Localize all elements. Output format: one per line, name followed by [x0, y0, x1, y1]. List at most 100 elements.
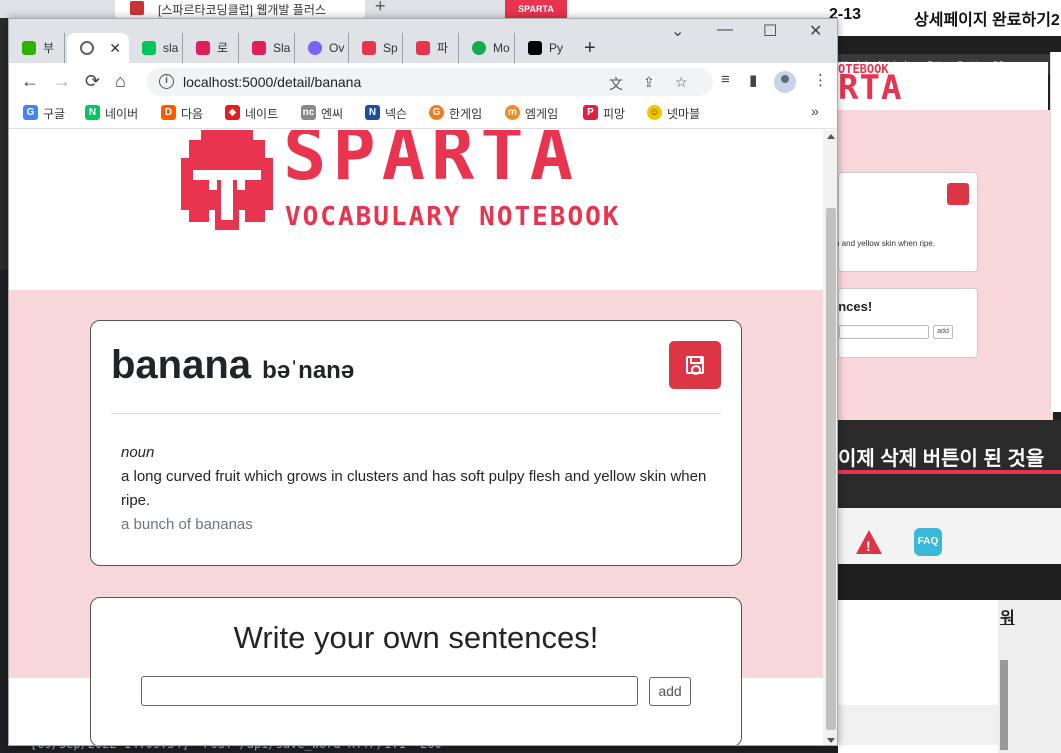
- lecture-subtitle-bar: 이제 삭제 버튼이 된 것을: [838, 420, 1061, 508]
- lecture-progress-line: [838, 470, 1061, 474]
- share-icon[interactable]: ⇪: [643, 74, 655, 91]
- bookmarks-overflow-icon[interactable]: »: [811, 103, 819, 119]
- bookmark-label: 피망: [603, 107, 626, 121]
- lecture-below-scrollbar[interactable]: [1000, 660, 1008, 750]
- minimize-button[interactable]: —: [717, 21, 733, 39]
- lecture-video-logo-sub: OTEBOOK: [838, 62, 889, 76]
- reload-button[interactable]: ⟳: [85, 68, 100, 94]
- tab-8[interactable]: 파: [403, 33, 459, 63]
- tab-9-favicon: [472, 41, 486, 55]
- tab-4-label: 로: [217, 41, 229, 55]
- definition-text: a long curved fruit which grows in clust…: [121, 468, 707, 509]
- word-text: banana: [111, 343, 252, 387]
- logo-subtitle: VOCABULARY NOTEBOOK: [285, 202, 621, 232]
- hangame-icon: G: [429, 105, 444, 120]
- bookmark-label: 넷마블: [667, 107, 701, 121]
- site-info-icon[interactable]: i: [159, 74, 174, 89]
- bookmark-mgame[interactable]: m 엠게임: [505, 105, 558, 122]
- scroll-down-icon[interactable]: [827, 738, 835, 743]
- lecture-below-block: [838, 705, 998, 745]
- page-scrollbar[interactable]: [823, 130, 837, 745]
- tab-5-favicon: [252, 41, 266, 55]
- lecture-video-sentence-card: ences! add: [831, 288, 978, 358]
- lecture-video-add: add: [933, 325, 953, 339]
- bookmark-nexon[interactable]: N 넥슨: [365, 105, 407, 122]
- address-bar[interactable]: i localhost:5000/detail/banana 文 ⇪ ☆: [147, 68, 713, 96]
- tab-8-favicon: [416, 41, 430, 55]
- new-tab-button[interactable]: +: [584, 33, 596, 63]
- tab-10[interactable]: Py: [515, 33, 575, 63]
- browser-toolbar: ← → ⟳ ⌂ i localhost:5000/detail/banana 文…: [9, 63, 837, 99]
- bookmark-google[interactable]: G 구글: [23, 105, 65, 122]
- profile-avatar[interactable]: [774, 71, 796, 93]
- bookmark-label: 한게임: [449, 107, 483, 121]
- tab-4[interactable]: 로: [183, 33, 239, 63]
- lecture-video-input: [839, 325, 929, 339]
- spartan-helmet-icon: [181, 130, 273, 230]
- lecture-below-text: 워: [1000, 610, 1015, 627]
- lecture-video-word-card: sh and yellow skin when ripe.: [831, 172, 978, 272]
- mgame-icon: m: [505, 105, 520, 120]
- menu-kebab-icon[interactable]: ⋮: [813, 71, 828, 89]
- side-panel-icon[interactable]: ▮: [749, 71, 757, 89]
- tab-3-label: sla: [163, 41, 179, 55]
- url-text[interactable]: localhost:5000/detail/banana: [183, 74, 361, 90]
- bookmark-naver[interactable]: N 네이버: [85, 105, 138, 122]
- daum-icon: D: [161, 105, 176, 120]
- scrollbar-thumb[interactable]: [826, 208, 836, 730]
- add-sentence-button[interactable]: add: [649, 677, 691, 706]
- bookmark-hangame[interactable]: G 한게임: [429, 105, 482, 122]
- bookmark-pmang[interactable]: P 피망: [583, 105, 625, 122]
- lecture-video-code-panel: [1050, 52, 1061, 412]
- reading-list-icon[interactable]: ≡: [721, 71, 730, 88]
- bookmark-nate[interactable]: ◆ 네이트: [225, 105, 278, 122]
- tab-5[interactable]: Sla: [239, 33, 295, 63]
- definition-block: noun a long curved fruit which grows in …: [121, 441, 721, 537]
- bookmark-label: 네이트: [245, 107, 279, 121]
- sentences-title: Write your own sentences!: [233, 620, 599, 655]
- netmarble-icon: ☺: [647, 105, 662, 120]
- lecture-below-panel: 워: [838, 600, 1061, 753]
- maximize-button[interactable]: ☐: [763, 21, 777, 41]
- example-text: a bunch of bananas: [121, 516, 253, 533]
- bookmark-star-icon[interactable]: ☆: [675, 74, 688, 91]
- background-tab-title: [스파르타코딩클럽] 웹개발 플러스: [158, 3, 326, 17]
- tab-9[interactable]: Mo: [459, 33, 515, 63]
- scroll-up-icon[interactable]: [827, 134, 835, 139]
- back-button[interactable]: ←: [21, 68, 39, 94]
- sentence-input[interactable]: [141, 676, 638, 706]
- tab-7[interactable]: Sp: [349, 33, 403, 63]
- part-of-speech: noun: [121, 444, 155, 461]
- tab-search-icon[interactable]: ⌄: [671, 21, 684, 41]
- nexon-icon: N: [365, 105, 380, 120]
- bookmark-label: 다음: [181, 107, 204, 121]
- sentences-card: Write your own sentences! add: [90, 597, 742, 745]
- home-button[interactable]: ⌂: [115, 68, 126, 94]
- tab-6-favicon: [308, 41, 322, 55]
- tab-active[interactable]: ✕: [67, 33, 129, 63]
- background-tab-favicon: [130, 1, 144, 15]
- background-window-tabstrip: [스파르타코딩클럽] 웹개발 플러스 +: [0, 0, 505, 18]
- bookmark-daum[interactable]: D 다음: [161, 105, 203, 122]
- lecture-bottom-bar: ! FAQ: [838, 508, 1061, 564]
- tab-6[interactable]: Ov: [295, 33, 349, 63]
- page-viewport: SPARTA VOCABULARY NOTEBOOK banana bəˈnan…: [9, 130, 823, 745]
- background-new-tab-icon[interactable]: +: [375, 0, 386, 17]
- forward-button[interactable]: →: [53, 68, 71, 94]
- faq-icon[interactable]: FAQ: [914, 528, 942, 556]
- tab-1[interactable]: 부: [9, 33, 65, 63]
- tab-close-icon[interactable]: ✕: [109, 33, 121, 63]
- tab-3[interactable]: sla: [129, 33, 183, 63]
- close-window-button[interactable]: ✕: [809, 21, 822, 41]
- word-card: banana bəˈnanə noun a long curved fruit …: [90, 320, 742, 566]
- hero-section: SPARTA VOCABULARY NOTEBOOK: [9, 130, 823, 290]
- bookmark-ncsoft[interactable]: nc 엔씨: [301, 105, 343, 122]
- translate-icon[interactable]: 文: [609, 74, 623, 94]
- save-button[interactable]: [669, 341, 721, 389]
- bookmark-netmarble[interactable]: ☺ 넷마블: [647, 105, 700, 122]
- tab-5-label: Sla: [273, 41, 291, 55]
- warning-mark: !: [866, 538, 871, 554]
- lecture-video-definition: sh and yellow skin when ripe.: [831, 239, 936, 248]
- google-icon: G: [23, 105, 38, 120]
- word-heading: banana bəˈnanə: [111, 343, 354, 388]
